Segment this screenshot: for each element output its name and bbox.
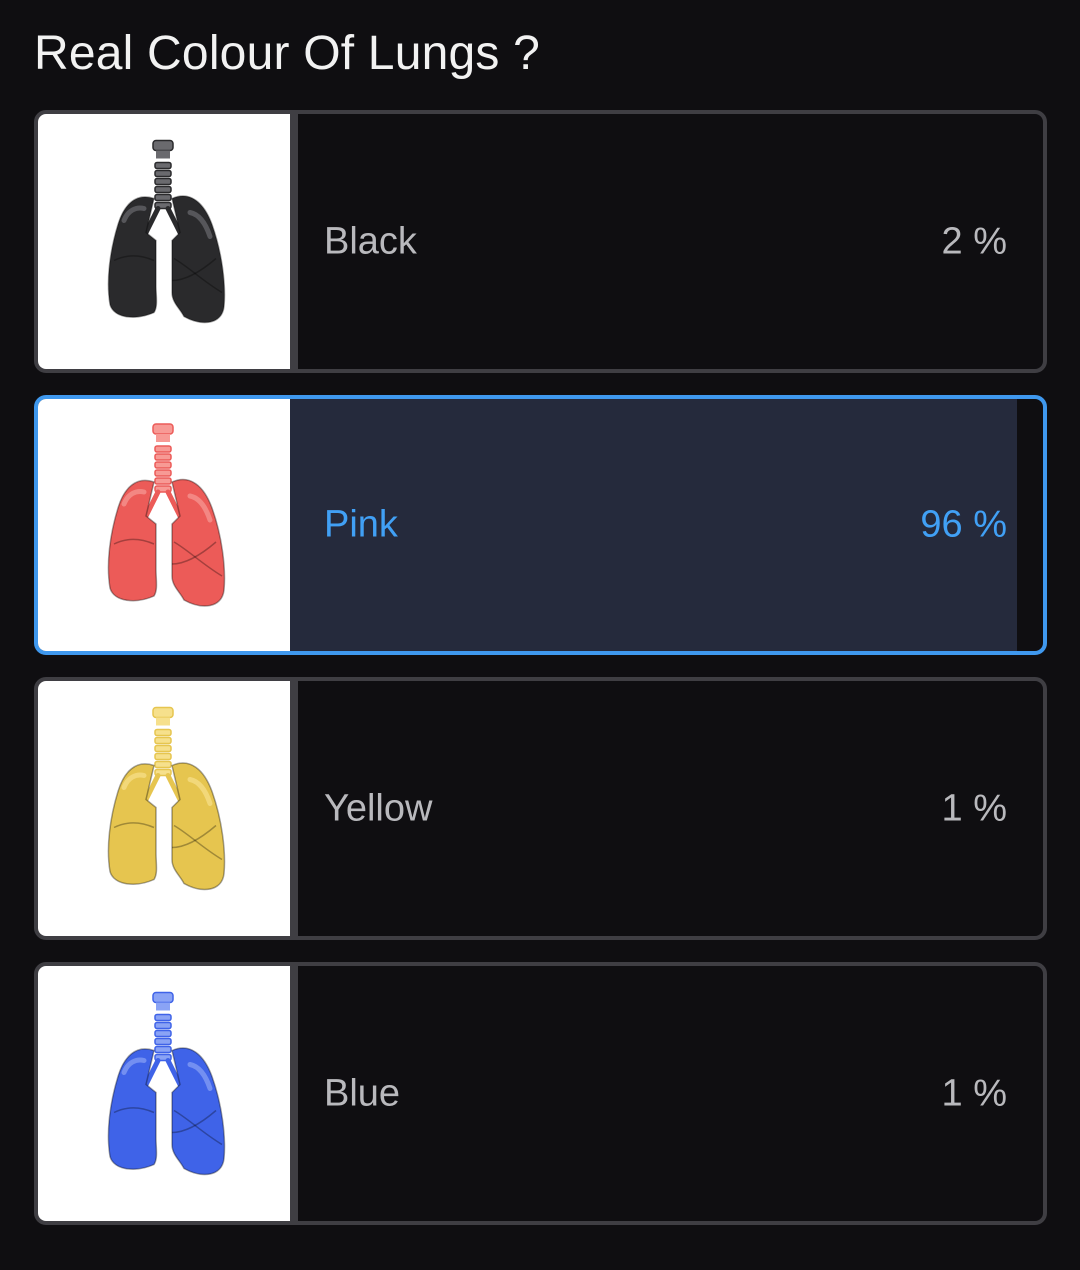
poll-options: Black 2 % Pink 96 % Yellow 1 % Blue 1 % — [34, 110, 1047, 1247]
option-divider — [290, 681, 298, 936]
poll-option-yellow[interactable]: Yellow 1 % — [34, 677, 1047, 940]
poll-option-black[interactable]: Black 2 % — [34, 110, 1047, 373]
option-divider — [290, 966, 298, 1221]
poll-question: Real Colour Of Lungs ? — [34, 27, 541, 80]
option-label: Black — [324, 220, 417, 262]
option-percent: 2 % — [941, 220, 1007, 262]
lungs-black-icon — [38, 114, 290, 369]
option-label: Yellow — [324, 787, 433, 829]
vote-bar — [290, 399, 1017, 651]
option-percent: 1 % — [941, 1072, 1007, 1114]
lungs-blue-icon — [38, 966, 290, 1221]
poll-option-pink[interactable]: Pink 96 % — [34, 395, 1047, 655]
option-percent: 1 % — [941, 787, 1007, 829]
option-divider — [290, 114, 298, 369]
option-label: Blue — [324, 1072, 401, 1114]
option-percent: 96 % — [920, 503, 1007, 546]
poll-option-blue[interactable]: Blue 1 % — [34, 962, 1047, 1225]
lungs-yellow-icon — [38, 681, 290, 936]
option-label: Pink — [324, 503, 398, 546]
lungs-pink-icon — [38, 399, 290, 651]
